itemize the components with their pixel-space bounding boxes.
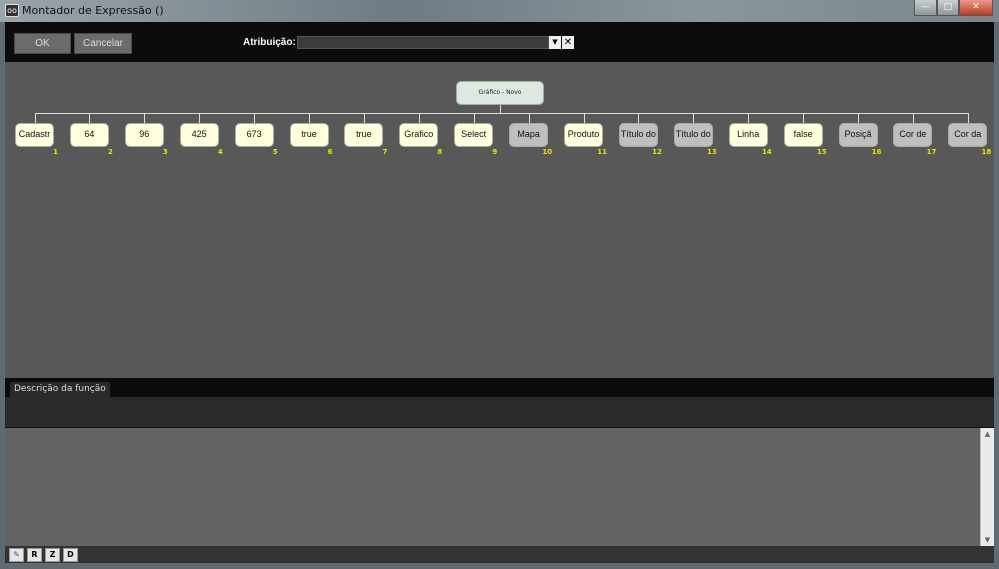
node-index: 7 bbox=[382, 148, 388, 156]
connector-line bbox=[34, 113, 968, 114]
connector-line bbox=[967, 113, 969, 123]
tree-node[interactable]: 64 bbox=[69, 123, 109, 147]
bottom-toolbar: ✎ R Z D bbox=[5, 546, 994, 563]
connector-line bbox=[693, 113, 695, 123]
connector-line bbox=[34, 113, 36, 123]
attribution-label: Atribuição: bbox=[243, 37, 296, 48]
tree-node[interactable]: Produto bbox=[564, 123, 603, 147]
d-button[interactable]: D bbox=[63, 548, 78, 562]
tree-node[interactable]: false bbox=[783, 123, 823, 147]
tree-node[interactable]: 96 bbox=[124, 123, 164, 147]
cancel-button[interactable]: Cancelar bbox=[74, 33, 132, 54]
tab-function-description[interactable]: Descrição da função bbox=[10, 382, 110, 397]
connector-line bbox=[500, 105, 501, 113]
node-index: 11 bbox=[597, 148, 607, 156]
connector-line bbox=[748, 113, 750, 123]
root-node[interactable]: Gráfico - Novo bbox=[456, 81, 544, 105]
connector-line bbox=[254, 113, 256, 123]
close-button[interactable]: ✕ bbox=[959, 0, 993, 16]
node-index: 14 bbox=[761, 148, 772, 156]
clear-icon[interactable]: ✕ bbox=[562, 36, 574, 49]
connector-line bbox=[363, 113, 365, 123]
node-index: 17 bbox=[926, 148, 937, 156]
expression-tree-canvas[interactable]: Gráfico - Novo Cadastr 1 64 2 96 3 425 4 673 5 tru… bbox=[5, 62, 994, 378]
connector-line bbox=[473, 113, 475, 123]
tree-node[interactable]: Título do bbox=[618, 123, 658, 147]
title-bar: oo Montador de Expressão () — □ ✕ bbox=[0, 0, 999, 22]
node-index: 12 bbox=[652, 148, 662, 156]
scrollbar[interactable]: ▲ ▼ bbox=[980, 428, 994, 546]
node-index: 18 bbox=[981, 148, 992, 156]
tree-node[interactable]: true bbox=[344, 123, 384, 147]
expression-text-area[interactable] bbox=[5, 428, 980, 546]
node-index: 1 bbox=[53, 148, 58, 156]
node-index: 8 bbox=[437, 148, 443, 156]
maximize-button[interactable]: □ bbox=[937, 0, 959, 16]
scroll-down-icon[interactable]: ▼ bbox=[981, 534, 994, 546]
dropdown-icon[interactable]: ▼ bbox=[549, 36, 561, 49]
tree-node[interactable]: Mapa bbox=[509, 123, 549, 147]
ok-button[interactable]: OK bbox=[14, 33, 71, 54]
function-description bbox=[5, 397, 994, 427]
tree-node[interactable]: Posiçã bbox=[838, 123, 878, 147]
node-index: 10 bbox=[542, 148, 553, 156]
node-index: 2 bbox=[108, 148, 113, 156]
edit-button[interactable]: ✎ bbox=[9, 548, 24, 562]
node-index: 13 bbox=[707, 148, 717, 156]
tree-node[interactable]: Cor da bbox=[948, 123, 988, 147]
app-icon: oo bbox=[5, 4, 19, 17]
tree-node[interactable]: Select bbox=[454, 123, 494, 147]
tree-node[interactable]: 425 bbox=[179, 123, 219, 147]
node-index: 4 bbox=[217, 148, 223, 156]
window-body: OK Cancelar Atribuição: ▼ ✕ Gráfico - No… bbox=[5, 22, 994, 563]
r-button[interactable]: R bbox=[27, 548, 42, 562]
connector-line bbox=[418, 113, 420, 123]
tree-node[interactable]: Cor de bbox=[893, 123, 933, 147]
connector-line bbox=[803, 113, 805, 123]
node-index: 9 bbox=[492, 148, 498, 156]
attribution-input[interactable] bbox=[297, 36, 549, 49]
tree-node[interactable]: Grafico bbox=[399, 123, 439, 147]
tree-node[interactable]: true bbox=[289, 123, 329, 147]
connector-line bbox=[638, 113, 640, 123]
connector-line bbox=[858, 113, 859, 123]
node-index: 3 bbox=[162, 148, 168, 156]
tree-node[interactable]: Título do bbox=[673, 123, 713, 147]
z-button[interactable]: Z bbox=[45, 548, 60, 562]
node-index: 5 bbox=[272, 148, 278, 156]
connector-line bbox=[144, 113, 146, 123]
node-index: 15 bbox=[816, 148, 827, 156]
tab-strip: Descrição da função bbox=[5, 379, 994, 397]
window-title: Montador de Expressão () bbox=[22, 4, 164, 17]
connector-line bbox=[528, 113, 530, 123]
node-index: 6 bbox=[327, 148, 333, 156]
connector-line bbox=[309, 113, 310, 123]
minimize-button[interactable]: — bbox=[914, 0, 937, 16]
connector-line bbox=[89, 113, 91, 123]
scroll-up-icon[interactable]: ▲ bbox=[981, 428, 994, 440]
connector-line bbox=[912, 113, 914, 123]
toolbar: OK Cancelar Atribuição: ▼ ✕ bbox=[5, 22, 994, 62]
node-index: 16 bbox=[871, 148, 882, 156]
tree-node[interactable]: 673 bbox=[234, 123, 274, 147]
tree-node[interactable]: Cadastr bbox=[15, 123, 54, 147]
connector-line bbox=[583, 113, 585, 123]
tree-node[interactable]: Linha bbox=[728, 123, 768, 147]
connector-line bbox=[199, 113, 201, 123]
